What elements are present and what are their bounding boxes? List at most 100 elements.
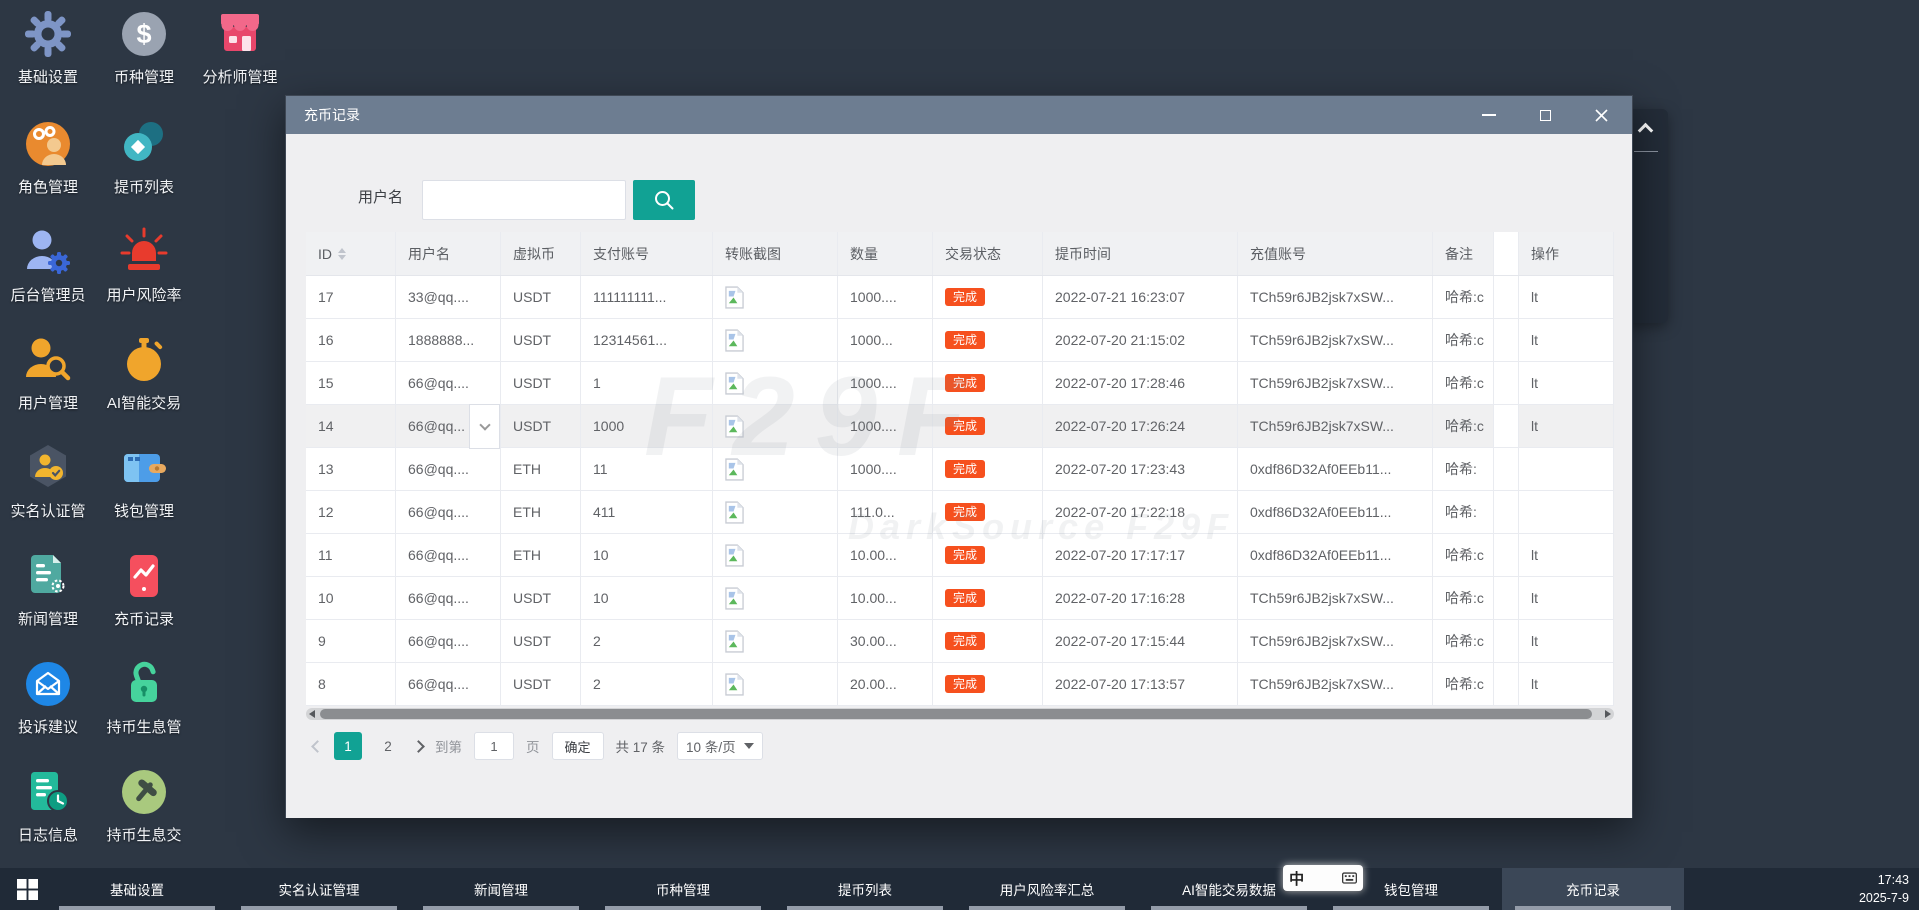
cell-quantity: 1000...: [838, 319, 933, 361]
desktop-icon-complaints[interactable]: 投诉建议: [0, 658, 96, 737]
table-row[interactable]: 15 66@qq.... USDT 1 1000.... 完成: [306, 362, 1614, 405]
status-badge: 完成: [945, 374, 985, 392]
desktop-icon-deposit-records[interactable]: 充币记录: [96, 550, 192, 629]
cell-screenshot[interactable]: [713, 491, 838, 533]
cell-operation[interactable]: lt: [1519, 663, 1614, 705]
cell-time: 2022-07-20 17:17:17: [1043, 534, 1238, 576]
taskbar-item[interactable]: 币种管理: [592, 868, 774, 910]
desktop-icon-backend-admin[interactable]: 后台管理员: [0, 226, 96, 305]
desktop-icon-user-risk-rate[interactable]: 用户风险率: [96, 226, 192, 305]
start-button[interactable]: [8, 868, 46, 910]
cell-note: 哈希:: [1433, 491, 1494, 533]
desktop-icon-basic-settings[interactable]: 基础设置: [0, 8, 96, 87]
image-thumbnail-icon: [725, 630, 744, 653]
cell-id: 17: [306, 276, 396, 318]
page-size-select[interactable]: 10 条/页: [677, 732, 763, 760]
cell-screenshot[interactable]: [713, 362, 838, 404]
status-badge: 完成: [945, 503, 985, 521]
desktop-icon-ai-trade[interactable]: AI智能交易: [96, 334, 192, 413]
taskbar-items: 基础设置 实名认证管理 新闻管理 币种管理 提币列表 用户风险率汇总 AI智: [46, 868, 1684, 910]
cell-screenshot[interactable]: [713, 276, 838, 318]
table-row[interactable]: 11 66@qq.... ETH 10 10.00... 完成: [306, 534, 1614, 577]
cell-id: 14: [306, 405, 396, 447]
next-page-icon[interactable]: [412, 740, 425, 753]
taskbar-clock[interactable]: 17:43 2025-7-9: [1859, 872, 1909, 907]
cell-note: 哈希:c: [1433, 663, 1494, 705]
cell-screenshot[interactable]: [713, 405, 838, 447]
scroll-right-arrow-icon[interactable]: [1605, 710, 1611, 718]
cell-screenshot[interactable]: [713, 663, 838, 705]
taskbar-item[interactable]: 实名认证管理: [228, 868, 410, 910]
desktop-icon-log-info[interactable]: 日志信息: [0, 766, 96, 845]
cell-operation[interactable]: lt: [1519, 319, 1614, 361]
desktop-icon-analyst-management[interactable]: 分析师管理: [192, 8, 288, 87]
cell-screenshot[interactable]: [713, 577, 838, 619]
desktop-icon-wallet-management[interactable]: 钱包管理: [96, 442, 192, 521]
table-row[interactable]: 16 1888888... USDT 12314561... 1000... 完…: [306, 319, 1614, 362]
desktop-icon-withdraw-list[interactable]: 提币列表: [96, 118, 192, 197]
table-row[interactable]: 12 66@qq.... ETH 411 111.0... 完成: [306, 491, 1614, 534]
cell-operation[interactable]: lt: [1519, 534, 1614, 576]
search-button[interactable]: [633, 180, 695, 220]
scroll-left-arrow-icon[interactable]: [309, 710, 315, 718]
cell-operation[interactable]: lt: [1519, 577, 1614, 619]
cell-operation[interactable]: [1519, 448, 1614, 490]
taskbar-item[interactable]: 提币列表: [774, 868, 956, 910]
cell-spacer: [1494, 663, 1519, 705]
minimize-button[interactable]: [1472, 102, 1506, 128]
cell-operation[interactable]: lt: [1519, 276, 1614, 318]
cell-screenshot[interactable]: [713, 620, 838, 662]
desktop-icon-coin-management[interactable]: $ 币种管理: [96, 8, 192, 87]
taskbar-item[interactable]: 基础设置: [46, 868, 228, 910]
cell-screenshot[interactable]: [713, 448, 838, 490]
taskbar-item[interactable]: 用户风险率汇总: [956, 868, 1138, 910]
window-title: 充币记录: [304, 105, 1450, 125]
table-row[interactable]: 9 66@qq.... USDT 2 30.00... 完成: [306, 620, 1614, 663]
cell-username: 33@qq....: [396, 276, 501, 318]
cell-time: 2022-07-20 17:15:44: [1043, 620, 1238, 662]
table-row[interactable]: 8 66@qq.... USDT 2 20.00... 完成: [306, 663, 1614, 706]
desktop-icon-role-management[interactable]: 角色管理: [0, 118, 96, 197]
page-button-1[interactable]: 1: [334, 732, 362, 760]
page-button-2[interactable]: 2: [374, 732, 402, 760]
cell-screenshot[interactable]: [713, 534, 838, 576]
horizontal-scrollbar[interactable]: [306, 708, 1614, 720]
status-badge: 完成: [945, 460, 985, 478]
prev-page-icon[interactable]: [311, 740, 324, 753]
desktop-icon-realname-verify[interactable]: 实名认证管: [0, 442, 96, 521]
cell-operation[interactable]: lt: [1519, 405, 1614, 447]
chevron-up-icon[interactable]: [1638, 123, 1654, 139]
goto-page-input[interactable]: [474, 732, 514, 760]
desktop-icon-holding-interest-mgmt[interactable]: 持币生息管: [96, 658, 192, 737]
taskbar-item[interactable]: 充币记录: [1502, 868, 1684, 910]
header-id[interactable]: ID: [306, 232, 396, 275]
cell-id: 12: [306, 491, 396, 533]
cell-operation[interactable]: lt: [1519, 620, 1614, 662]
username-input[interactable]: [422, 180, 626, 220]
cell-coin: USDT: [501, 362, 581, 404]
cell-status: 完成: [933, 663, 1043, 705]
table-row[interactable]: 17 33@qq.... USDT 111111111... 1000.... …: [306, 276, 1614, 319]
table-row[interactable]: 13 66@qq.... ETH 11 1000.... 完成: [306, 448, 1614, 491]
row-dropdown-toggle[interactable]: [469, 404, 500, 449]
table-row[interactable]: 10 66@qq.... USDT 10 10.00... 完成: [306, 577, 1614, 620]
ime-language-widget[interactable]: 中: [1283, 865, 1363, 891]
sort-icon[interactable]: [338, 248, 346, 260]
cell-operation[interactable]: [1519, 491, 1614, 533]
table-row[interactable]: 14 66@qq... USDT 1000 1000.... 完成: [306, 405, 1614, 448]
taskbar-item[interactable]: 新闻管理: [410, 868, 592, 910]
confirm-button[interactable]: 确定: [552, 732, 604, 760]
cell-coin: USDT: [501, 620, 581, 662]
desktop-icon-user-management[interactable]: 用户管理: [0, 334, 96, 413]
cell-screenshot[interactable]: [713, 319, 838, 361]
desktop-icon-news-management[interactable]: 新闻管理: [0, 550, 96, 629]
close-button[interactable]: [1584, 102, 1618, 128]
maximize-button[interactable]: [1528, 102, 1562, 128]
cell-time: 2022-07-20 17:23:43: [1043, 448, 1238, 490]
window-titlebar[interactable]: 充币记录: [286, 96, 1632, 134]
cell-operation[interactable]: lt: [1519, 362, 1614, 404]
image-thumbnail-icon: [725, 372, 744, 395]
cell-status: 完成: [933, 577, 1043, 619]
desktop-icon-holding-interest-trade[interactable]: 持币生息交: [96, 766, 192, 845]
scrollbar-thumb[interactable]: [320, 709, 1592, 719]
